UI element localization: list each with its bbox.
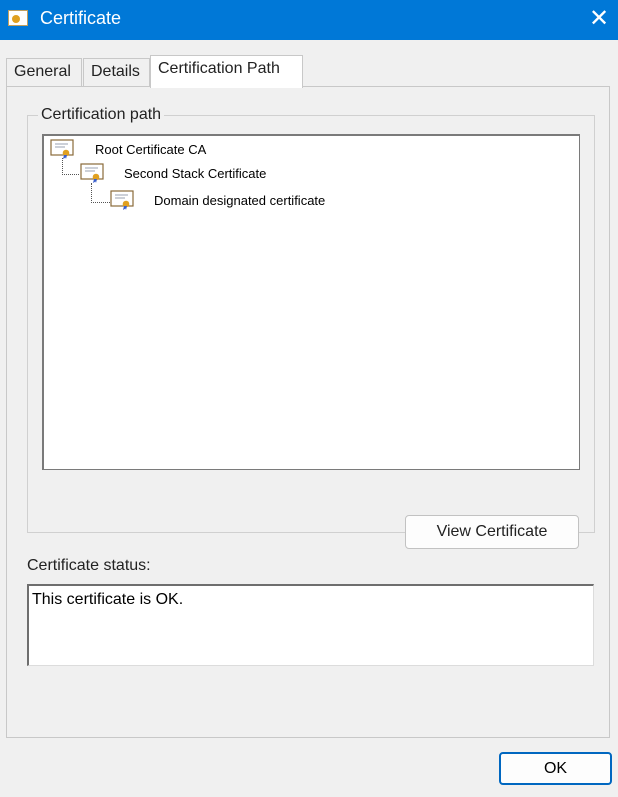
ok-button[interactable]: OK [499,752,612,785]
window-title: Certificate [40,8,122,28]
certificate-icon [80,163,104,183]
certificate-icon [50,139,74,159]
certificate-status-box[interactable]: This certificate is OK. [27,584,594,666]
tab-details[interactable]: Details [83,58,150,86]
title-bar: Certificate ✕ [0,0,618,40]
tab-general[interactable]: General [6,58,82,86]
view-certificate-button[interactable]: View Certificate [405,515,579,549]
tree-node-intermediate[interactable]: Second Stack Certificate [80,163,380,185]
certificate-status-text: This certificate is OK. [32,591,184,608]
tree-node-label: Domain designated certificate [154,193,326,208]
tab-panel: Certification path Root Certificate CA S… [6,86,610,738]
certification-path-group: Certification path Root Certificate CA S… [27,106,595,549]
tree-node-root[interactable]: Root Certificate CA [50,139,350,161]
tree-node-leaf[interactable]: Domain designated certificate [110,190,410,212]
tree-node-label: Root Certificate CA [95,142,207,157]
certificate-status-label: Certificate status: [27,557,151,574]
group-legend: Certification path [38,106,165,124]
tree-connector [91,183,110,203]
close-icon[interactable]: ✕ [586,4,612,34]
certificate-icon [8,10,28,26]
tree-node-label: Second Stack Certificate [124,166,267,181]
certification-path-tree[interactable]: Root Certificate CA Second Stack Certifi… [42,134,580,470]
certificate-icon [110,190,134,210]
tab-certification-path[interactable]: Certification Path [150,55,303,88]
